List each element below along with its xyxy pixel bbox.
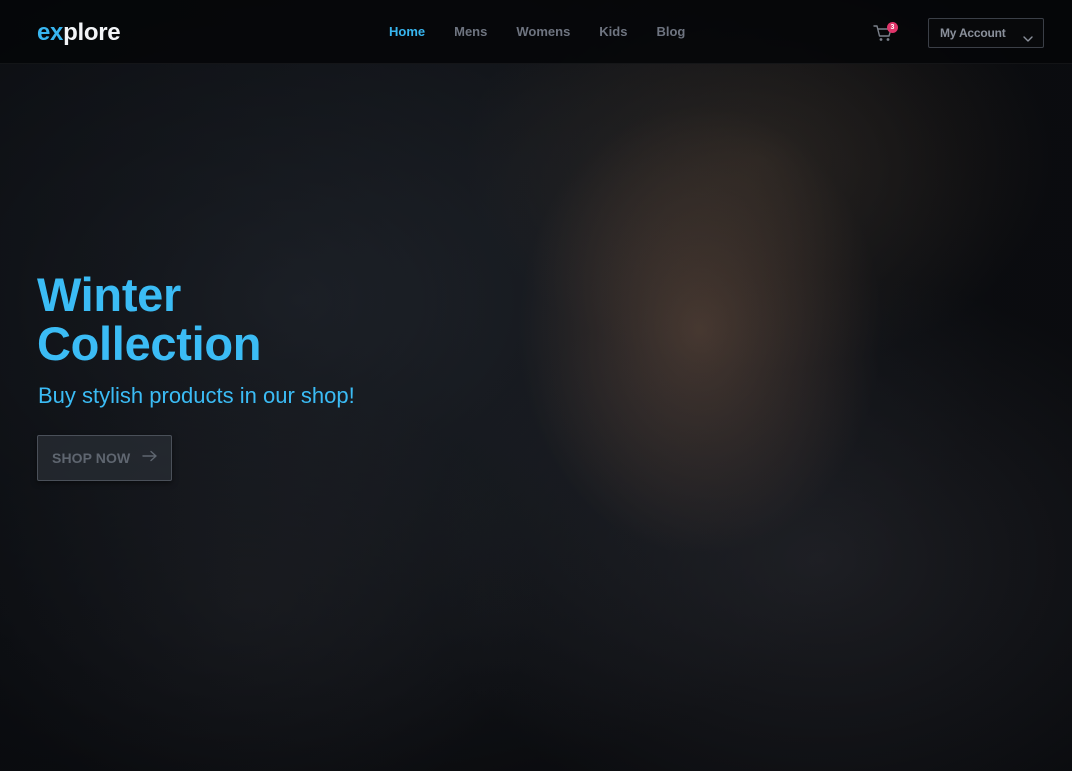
logo-suffix: plore — [63, 19, 121, 46]
chevron-down-icon — [1023, 29, 1033, 47]
nav-item-mens[interactable]: Mens — [454, 24, 487, 40]
hero-title: Winter Collection — [37, 270, 397, 368]
arrow-right-icon — [142, 449, 158, 467]
cart-count-badge: 3 — [887, 22, 898, 33]
hero-title-line1: Winter — [37, 268, 181, 321]
logo-prefix: ex — [37, 19, 64, 46]
hero-title-line2: Collection — [37, 317, 262, 370]
nav-item-home[interactable]: Home — [389, 24, 425, 40]
cart-button[interactable]: 3 — [873, 22, 898, 44]
header: explore Home Mens Womens Kids Blog 3 My … — [0, 0, 1072, 64]
account-label: My Account — [940, 26, 1006, 40]
nav-item-kids[interactable]: Kids — [599, 24, 627, 40]
nav-item-womens[interactable]: Womens — [516, 24, 570, 40]
main-nav: Home Mens Womens Kids Blog — [389, 24, 714, 40]
shop-now-button[interactable]: SHOP NOW — [37, 435, 172, 481]
account-dropdown[interactable]: My Account — [928, 18, 1044, 48]
hero-subtitle: Buy stylish products in our shop! — [38, 383, 355, 408]
shop-now-label: SHOP NOW — [52, 450, 131, 466]
nav-item-blog[interactable]: Blog — [656, 24, 685, 40]
logo[interactable]: explore — [37, 19, 121, 47]
